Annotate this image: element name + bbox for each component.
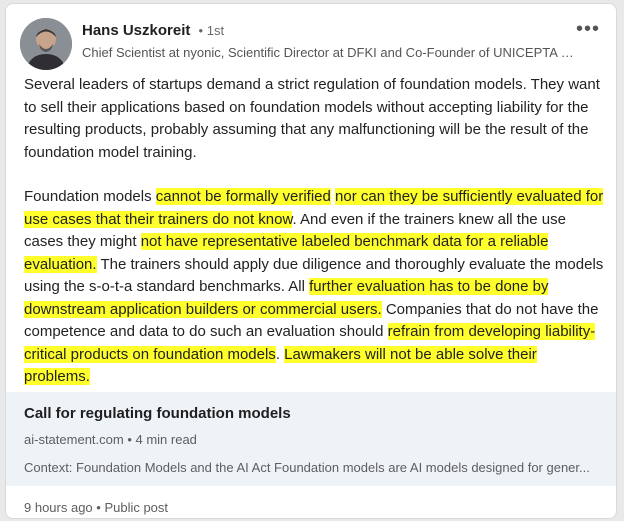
article-description: Context: Foundation Models and the AI Ac…	[24, 460, 590, 475]
article-link-card[interactable]: Call for regulating foundation models ai…	[6, 392, 616, 486]
highlighted-text: cannot be formally verified	[155, 188, 331, 205]
post-paragraph-1: Several leaders of startups demand a str…	[24, 76, 600, 161]
text-segment: .	[275, 345, 285, 363]
post-body: Several leaders of startups demand a str…	[24, 74, 604, 389]
post-card: Hans Uszkoreit • 1st Chief Scientist at …	[5, 3, 617, 519]
author-line: Hans Uszkoreit • 1st	[82, 22, 224, 39]
post-paragraph-2: Foundation models cannot be formally ver…	[24, 186, 604, 389]
author-name[interactable]: Hans Uszkoreit	[82, 22, 190, 39]
article-meta: ai-statement.com • 4 min read	[24, 432, 197, 447]
author-headline: Chief Scientist at nyonic, Scientific Di…	[82, 45, 578, 60]
article-title[interactable]: Call for regulating foundation models	[24, 405, 291, 422]
post-header: Hans Uszkoreit • 1st Chief Scientist at …	[20, 18, 602, 70]
more-options-icon[interactable]: •••	[576, 18, 600, 41]
text-segment: Foundation models	[24, 188, 156, 205]
connection-degree: • 1st	[198, 23, 225, 38]
post-timestamp: 9 hours ago • Public post	[24, 500, 169, 515]
avatar[interactable]	[20, 18, 72, 70]
